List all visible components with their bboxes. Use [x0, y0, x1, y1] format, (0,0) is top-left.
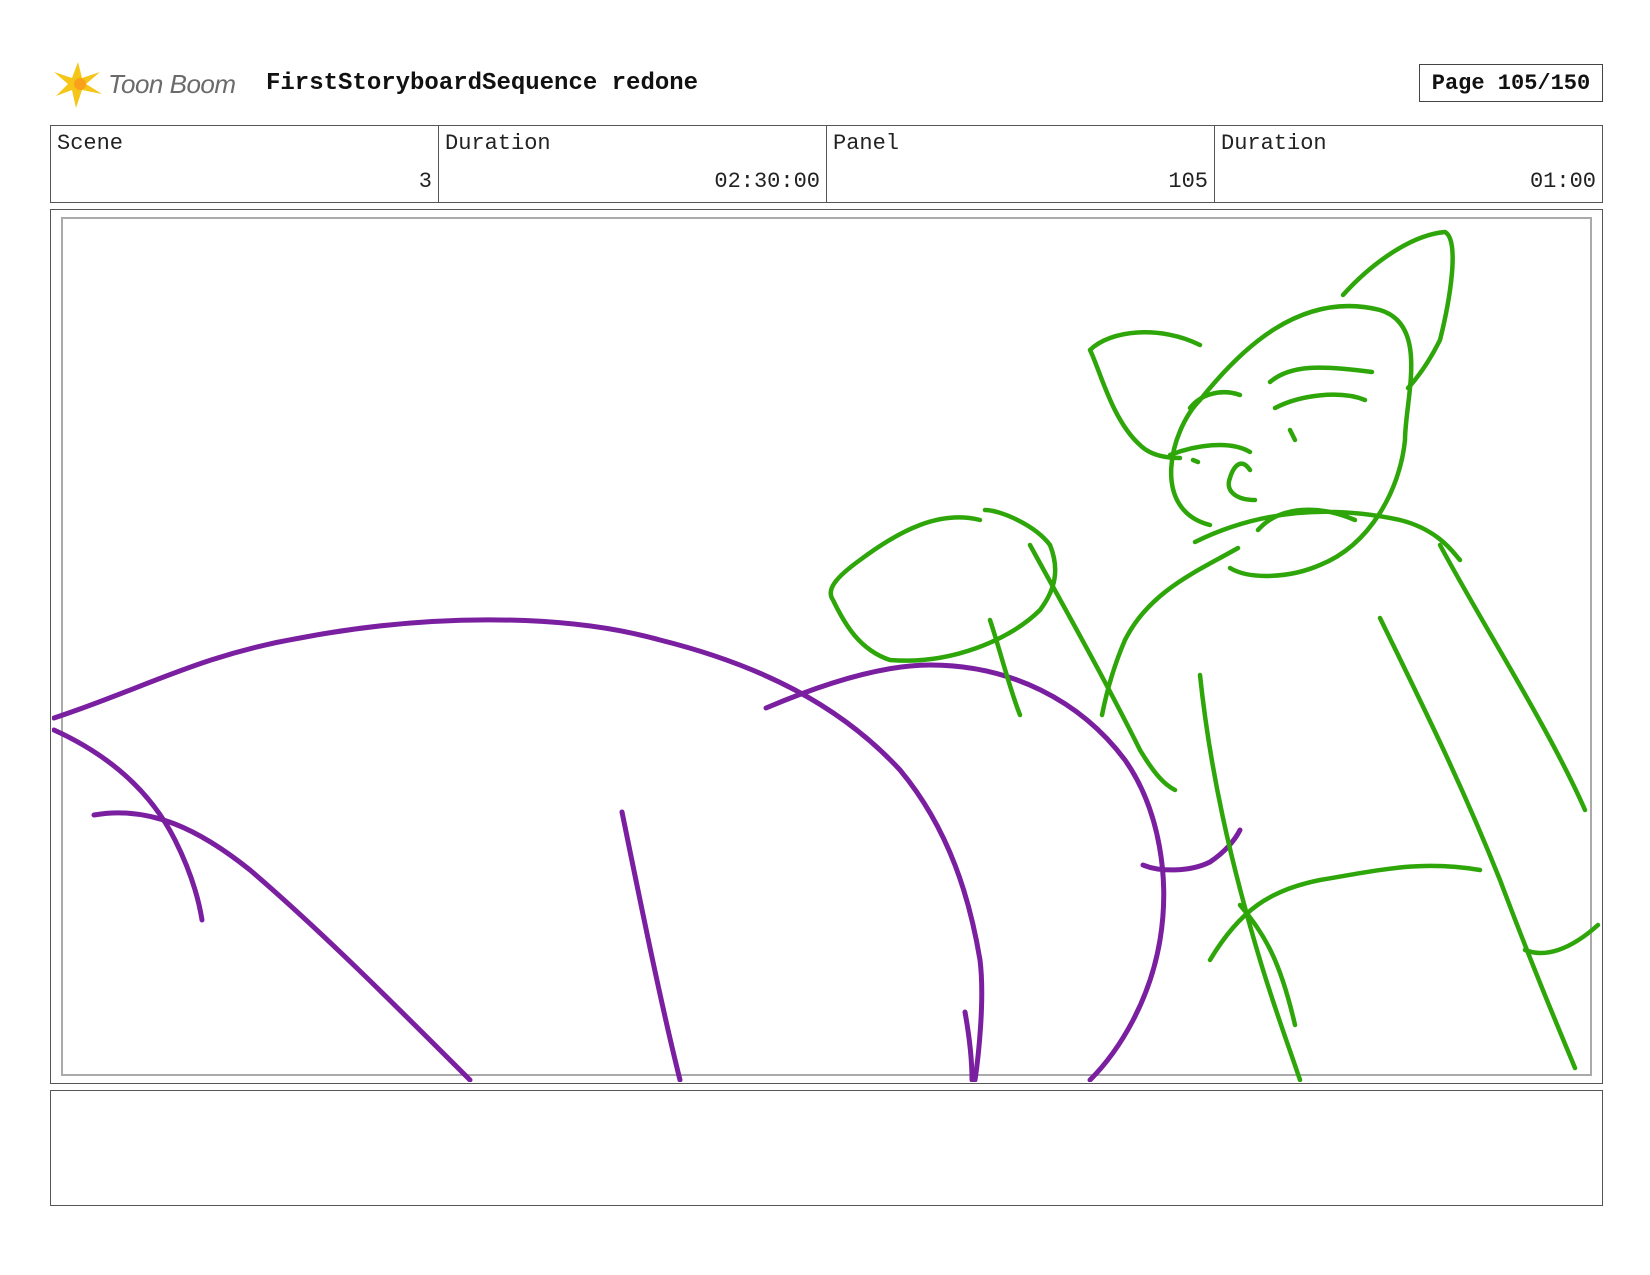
storyboard-sketch — [52, 229, 1601, 1082]
green-character-sketch — [828, 229, 1601, 1082]
panel-notes-box — [50, 1090, 1603, 1206]
purple-figure-sketch — [52, 617, 1243, 1082]
